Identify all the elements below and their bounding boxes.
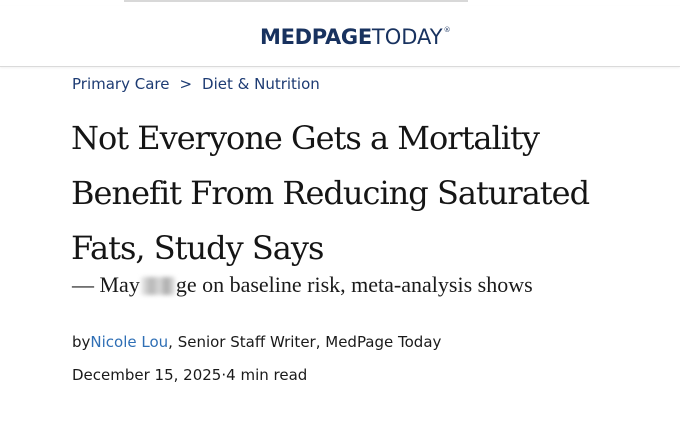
site-header: MEDPAGE TODAY ® [0, 6, 680, 67]
breadcrumb-separator: > [179, 75, 193, 93]
redacted-blur [140, 277, 175, 295]
article-subtitle: — May ge on baseline risk, meta-analysis … [72, 271, 652, 299]
logo-registered-mark: ® [443, 26, 451, 34]
logo-text-light: TODAY [371, 25, 443, 49]
logo-text-bold: MEDPAGE [260, 25, 372, 49]
read-time: 4 min read [226, 366, 308, 384]
medpage-today-logo[interactable]: MEDPAGE TODAY ® [260, 24, 451, 50]
subtitle-prefix: — May [72, 272, 140, 297]
byline-prefix: by [72, 333, 91, 351]
article-dateline: December 15, 2025 · 4 min read [72, 364, 307, 386]
byline-role: , Senior Staff Writer, MedPage Today [168, 333, 442, 351]
breadcrumb-diet-nutrition[interactable]: Diet & Nutrition [202, 75, 320, 93]
article-byline: by Nicole Lou , Senior Staff Writer, Med… [72, 331, 441, 353]
subtitle-suffix: ge on baseline risk, meta-analysis shows [175, 272, 533, 297]
publish-date: December 15, 2025 [72, 366, 222, 384]
breadcrumb: Primary Care > Diet & Nutrition [72, 73, 320, 95]
top-divider [124, 0, 468, 2]
breadcrumb-primary-care[interactable]: Primary Care [72, 75, 169, 93]
author-link[interactable]: Nicole Lou [90, 333, 168, 351]
article-title: Not Everyone Gets a Mortality Benefit Fr… [71, 119, 590, 267]
